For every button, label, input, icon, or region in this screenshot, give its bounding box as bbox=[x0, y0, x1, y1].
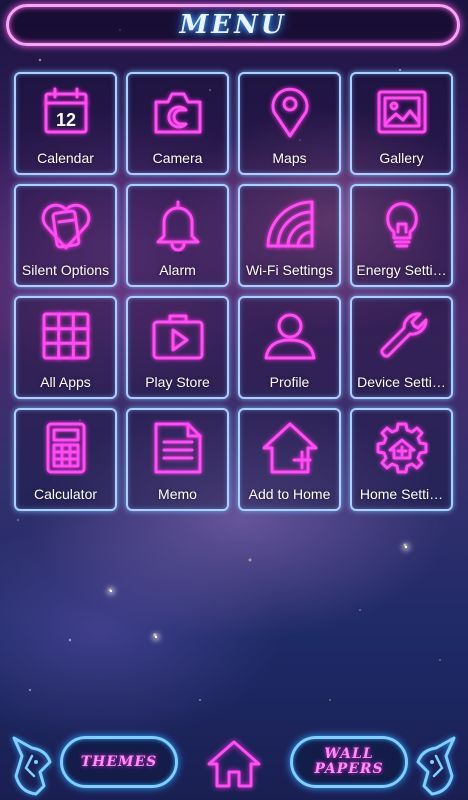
app-tile-silent-options[interactable]: Silent Options bbox=[14, 184, 117, 287]
app-tile-calculator[interactable]: Calculator bbox=[14, 408, 117, 511]
themes-button[interactable]: THEMES bbox=[60, 736, 178, 788]
app-label: Alarm bbox=[159, 262, 196, 278]
app-tile-device-settings[interactable]: Device Setti… bbox=[350, 296, 453, 399]
lightbulb-icon bbox=[374, 196, 430, 252]
app-label: Calendar bbox=[37, 150, 94, 166]
camera-icon bbox=[150, 84, 206, 140]
app-tile-play-store[interactable]: Play Store bbox=[126, 296, 229, 399]
bottom-dock: THEMES WALL PAPERS bbox=[0, 712, 468, 800]
gear-home-icon bbox=[374, 420, 430, 476]
bell-icon bbox=[150, 196, 206, 252]
play-store-icon bbox=[150, 308, 206, 364]
app-label: Device Setti… bbox=[357, 374, 446, 390]
app-label: Wi-Fi Settings bbox=[245, 262, 334, 278]
app-label: Profile bbox=[269, 374, 310, 390]
app-tile-maps[interactable]: Maps bbox=[238, 72, 341, 175]
app-label: Energy Setti… bbox=[356, 262, 447, 278]
app-tile-all-apps[interactable]: All Apps bbox=[14, 296, 117, 399]
app-tile-energy-settings[interactable]: Energy Setti… bbox=[350, 184, 453, 287]
app-label: Gallery bbox=[379, 150, 424, 166]
app-label: Memo bbox=[158, 486, 197, 502]
app-label: Maps bbox=[272, 150, 307, 166]
home-icon bbox=[207, 740, 261, 788]
wallpapers-label-line2: PAPERS bbox=[314, 761, 384, 777]
sparkle bbox=[405, 546, 407, 548]
app-tile-wifi-settings[interactable]: Wi-Fi Settings bbox=[238, 184, 341, 287]
silent-phone-icon bbox=[38, 196, 94, 252]
app-tile-profile[interactable]: Profile bbox=[238, 296, 341, 399]
app-tile-camera[interactable]: Camera bbox=[126, 72, 229, 175]
wallpapers-button[interactable]: WALL PAPERS bbox=[290, 736, 408, 788]
themes-label: THEMES bbox=[80, 753, 158, 770]
map-pin-icon bbox=[262, 84, 318, 140]
app-tile-home-settings[interactable]: Home Setti… bbox=[350, 408, 453, 511]
memo-icon bbox=[150, 420, 206, 476]
app-label: Calculator bbox=[33, 486, 98, 502]
app-tile-alarm[interactable]: Alarm bbox=[126, 184, 229, 287]
app-tile-gallery[interactable]: Gallery bbox=[350, 72, 453, 175]
app-label: Play Store bbox=[145, 374, 210, 390]
app-label: All Apps bbox=[40, 374, 91, 390]
wifi-icon bbox=[262, 196, 318, 252]
app-label: Silent Options bbox=[21, 262, 110, 278]
unicorn-icon bbox=[396, 716, 466, 800]
app-label: Camera bbox=[152, 150, 203, 166]
wallpapers-label-line1: WALL bbox=[324, 746, 374, 762]
sparkle bbox=[110, 590, 112, 592]
wrench-icon bbox=[374, 308, 430, 364]
page-title: MENU bbox=[179, 10, 287, 40]
app-tile-memo[interactable]: Memo bbox=[126, 408, 229, 511]
calendar-icon: 12 bbox=[38, 84, 94, 140]
svg-text:12: 12 bbox=[55, 110, 75, 130]
gallery-icon bbox=[374, 84, 430, 140]
grid-icon bbox=[38, 308, 94, 364]
app-label: Add to Home bbox=[248, 486, 331, 502]
add-home-icon bbox=[262, 420, 318, 476]
menu-header: MENU bbox=[6, 4, 460, 46]
app-grid: 12 Calendar Camera Maps Gallery Silent O… bbox=[14, 72, 453, 511]
calculator-icon bbox=[38, 420, 94, 476]
home-button[interactable] bbox=[205, 736, 263, 792]
app-tile-calendar[interactable]: 12 Calendar bbox=[14, 72, 117, 175]
app-tile-add-to-home[interactable]: Add to Home bbox=[238, 408, 341, 511]
sparkle bbox=[155, 636, 157, 638]
app-label: Home Setti… bbox=[359, 486, 444, 502]
person-icon bbox=[262, 308, 318, 364]
